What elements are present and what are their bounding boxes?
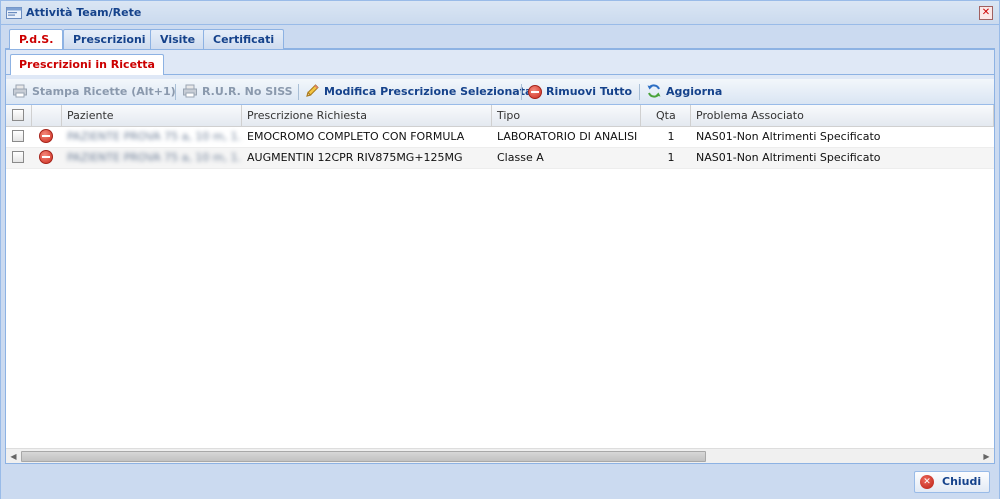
printer-icon: [13, 84, 27, 98]
tab-pds[interactable]: P.d.S.: [9, 29, 64, 50]
dialog-window: Attività Team/Rete ✕ P.d.S. Prescrizioni…: [0, 0, 1000, 499]
remove-icon[interactable]: [39, 150, 53, 164]
toolbar-separator: [175, 84, 176, 100]
modifica-prescrizione-label: Modifica Prescrizione Selezionata: [324, 85, 533, 98]
window-app-icon: [6, 7, 22, 19]
row-select-cell: [6, 127, 32, 147]
remove-icon[interactable]: [39, 129, 53, 143]
toolbar-separator: [639, 84, 640, 100]
close-icon: ✕: [920, 475, 934, 489]
rur-no-siss-label: R.U.R. No SISS: [202, 85, 293, 98]
column-header-problema[interactable]: Problema Associato: [691, 105, 994, 127]
stampa-ricette-button[interactable]: Stampa Ricette (Alt+1): [12, 83, 176, 101]
remove-icon: [528, 85, 542, 99]
refresh-icon: [647, 84, 661, 98]
row-remove-cell: [32, 148, 62, 168]
row-checkbox[interactable]: [12, 151, 24, 163]
cell-problema: NAS01-Non Altrimenti Specificato: [696, 151, 881, 164]
column-header-tipo[interactable]: Tipo: [492, 105, 641, 127]
tab-certificati[interactable]: Certificati: [203, 29, 285, 49]
toolbar-separator: [521, 84, 522, 100]
window-title: Attività Team/Rete: [26, 6, 142, 19]
prescriptions-grid: Paziente Prescrizione Richiesta Tipo Qta…: [6, 105, 994, 463]
title-bar[interactable]: Attività Team/Rete ✕: [1, 1, 999, 25]
tab-prescrizioni[interactable]: Prescrizioni: [63, 29, 156, 49]
grid-toolbar: Stampa Ricette (Alt+1) R.U.R. No SISS Mo…: [6, 79, 994, 105]
cell-paziente: PAZIENTE PROVA 75 a, 10 m, 1...: [67, 151, 242, 164]
cell-prescrizione: AUGMENTIN 12CPR RIV875MG+125MG: [247, 151, 463, 164]
row-remove-cell: [32, 127, 62, 147]
chiudi-label: Chiudi: [942, 475, 982, 488]
toolbar-separator: [298, 84, 299, 100]
close-icon[interactable]: ✕: [979, 6, 993, 20]
dialog-footer: ✕ Chiudi: [1, 465, 999, 499]
scrollbar-thumb[interactable]: [21, 451, 706, 462]
printer-icon: [183, 84, 197, 98]
scroll-right-arrow-icon[interactable]: ▶: [979, 449, 994, 464]
stampa-ricette-label: Stampa Ricette (Alt+1): [32, 85, 176, 98]
cell-tipo: Classe A: [497, 151, 544, 164]
scroll-left-arrow-icon[interactable]: ◀: [6, 449, 21, 464]
tab-prescrizioni-in-ricetta[interactable]: Prescrizioni in Ricetta: [10, 54, 164, 75]
tab-visite[interactable]: Visite: [150, 29, 206, 49]
cell-prescrizione: EMOCROMO COMPLETO CON FORMULA: [247, 130, 465, 143]
select-all-checkbox[interactable]: [12, 109, 24, 121]
table-row[interactable]: PAZIENTE PROVA 75 a, 10 m, 1... AUGMENTI…: [6, 148, 994, 169]
select-all-header: [6, 105, 32, 127]
chiudi-button[interactable]: ✕ Chiudi: [914, 471, 990, 493]
tab-panel: Prescrizioni in Ricetta Stampa Ricette (…: [5, 49, 995, 464]
aggiorna-label: Aggiorna: [666, 85, 723, 98]
cell-paziente: PAZIENTE PROVA 75 a, 10 m, 1...: [67, 130, 242, 143]
rimuovi-tutto-button[interactable]: Rimuovi Tutto: [528, 83, 632, 101]
cell-problema: NAS01-Non Altrimenti Specificato: [696, 130, 881, 143]
column-header-qta[interactable]: Qta: [641, 105, 691, 127]
action-column-header: [32, 105, 62, 127]
row-select-cell: [6, 148, 32, 168]
grid-header: Paziente Prescrizione Richiesta Tipo Qta…: [6, 105, 994, 127]
main-tabstrip: P.d.S. Prescrizioni Visite Certificati: [5, 27, 995, 50]
aggiorna-button[interactable]: Aggiorna: [646, 83, 722, 101]
column-header-paziente[interactable]: Paziente: [62, 105, 242, 127]
table-row[interactable]: PAZIENTE PROVA 75 a, 10 m, 1... EMOCROMO…: [6, 127, 994, 148]
column-header-prescrizione[interactable]: Prescrizione Richiesta: [242, 105, 492, 127]
row-checkbox[interactable]: [12, 130, 24, 142]
modifica-prescrizione-button[interactable]: Modifica Prescrizione Selezionata: [304, 83, 532, 101]
sub-tabstrip: Prescrizioni in Ricetta: [6, 50, 994, 75]
cell-tipo: LABORATORIO DI ANALISI: [497, 130, 638, 143]
rur-no-siss-button[interactable]: R.U.R. No SISS: [182, 83, 293, 101]
pencil-icon: [306, 84, 319, 97]
horizontal-scrollbar[interactable]: ◀ ▶: [6, 448, 994, 463]
rimuovi-tutto-label: Rimuovi Tutto: [546, 85, 633, 98]
